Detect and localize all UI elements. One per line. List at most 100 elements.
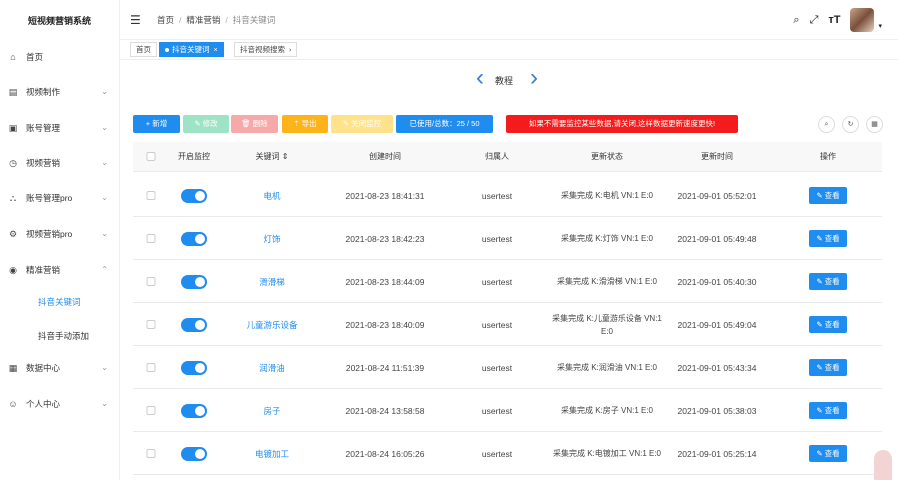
created-time: 2021-08-24 16:05:26	[345, 448, 425, 459]
owner: usertest	[481, 319, 513, 330]
owner: usertest	[481, 276, 513, 287]
monitor-toggle[interactable]	[181, 231, 207, 246]
row-checkbox[interactable]	[146, 406, 156, 415]
monitor-toggle[interactable]	[181, 274, 207, 289]
row-checkbox[interactable]	[146, 234, 156, 243]
update-status: 采集完成 K:电镀加工 VN:1 E:0	[552, 449, 662, 458]
breadcrumb-marketing[interactable]: 精准营销	[186, 15, 220, 25]
chevron-icon: ⌃	[101, 265, 108, 274]
row-checkbox[interactable]	[146, 320, 156, 329]
created-time: 2021-08-23 18:44:09	[345, 276, 425, 287]
home-icon: ⌂	[10, 52, 16, 62]
col-owner: 归属人	[485, 152, 509, 161]
update-status: 采集完成 K:润滑油 VN:1 E:0	[556, 363, 658, 372]
columns-icon[interactable]: ▦	[866, 116, 883, 133]
col-monitor: 开启监控	[178, 152, 210, 161]
monitor-toggle[interactable]	[181, 317, 207, 332]
font-size-icon[interactable]: тT	[828, 14, 840, 26]
active-dot-icon	[165, 48, 169, 53]
clock-icon: ◷	[9, 158, 17, 168]
breadcrumb: 首页 / 精准营销 / 抖音关键词	[157, 15, 276, 25]
export-button[interactable]: ⇡ 导出	[282, 115, 328, 133]
sidebar-item-bottom-2[interactable]: ☺ 个人中心 ⌄	[0, 392, 120, 416]
tag-bar: 首页 抖音关键词 × 抖音视频搜索 ›	[120, 40, 898, 60]
monitor-toggle[interactable]	[181, 446, 207, 461]
account-icon: ▣	[8, 123, 18, 133]
search-toggle-icon[interactable]: ⌕	[818, 116, 835, 133]
update-status: 采集完成 K:滑滑梯 VN:1 E:0	[556, 277, 658, 286]
view-button[interactable]: ✎ 查看	[809, 316, 847, 333]
keyword-link[interactable]: 儿童游乐设备	[246, 303, 297, 346]
table-row: 润滑油 2021-08-24 11:51:39 usertest 采集完成 K:润滑油…	[133, 346, 882, 389]
sidebar-item-7[interactable]: ◉ 精准营销 ⌃	[0, 258, 120, 282]
keyword-link[interactable]: 滑滑梯	[259, 260, 285, 303]
close-icon[interactable]: ›	[289, 47, 291, 54]
keyword-link[interactable]: 房子	[263, 389, 280, 432]
sidebar-item-4[interactable]: ◷ 视频营销 ⌄	[0, 151, 120, 175]
sidebar-item-1[interactable]: ⌂ 首页	[0, 45, 120, 69]
close-monitor-button[interactable]: ✎ 关闭监控	[331, 115, 393, 133]
add-button[interactable]: + 新增	[133, 115, 180, 133]
tag-home[interactable]: 首页	[130, 42, 157, 57]
sidebar-item-6[interactable]: ⚙ 视频营销pro ⌄	[0, 222, 120, 246]
keyword-link[interactable]: 电镀加工	[255, 432, 289, 475]
avatar[interactable]	[850, 8, 875, 32]
breadcrumb-home[interactable]: 首页	[157, 15, 174, 25]
gear-icon: ⚙	[8, 229, 18, 239]
tree-icon: ⛬	[9, 193, 17, 203]
chevron-left-icon[interactable]: ‹	[476, 64, 484, 92]
quota-badge: 已使用/总数：25 / 50	[396, 115, 493, 133]
sidebar-item-label: 数据中心	[26, 363, 61, 373]
tag-douyin-video-search[interactable]: 抖音视频搜索 ›	[234, 42, 298, 57]
sidebar: 短视频营销系统 ⌂ 首页 ▤ 视频制作 ⌄ ▣ 账号管理 ⌄ ◷ 视频营销 ⌄ ⛬ 账号管理pro ⌄ ⚙ 视…	[0, 0, 120, 480]
chevron-down-icon[interactable]: ▾	[878, 22, 882, 30]
table-row: 电机 2021-08-23 18:41:31 usertest 采集完成 K:电机 V…	[133, 174, 882, 217]
keyword-link[interactable]: 电机	[263, 174, 280, 217]
top-bar: ☰ 首页 / 精准营销 / 抖音关键词 ⌕ ⤢ тT ▾	[120, 0, 898, 40]
col-updated: 更新时间	[701, 152, 733, 161]
sidebar-subitem-1[interactable]: 抖音关键词	[0, 290, 120, 314]
keyword-link[interactable]: 润滑油	[259, 346, 285, 389]
updated-time: 2021-09-01 05:25:14	[677, 448, 757, 459]
select-all-checkbox[interactable]	[146, 152, 156, 161]
sidebar-item-5[interactable]: ⛬ 账号管理pro ⌄	[0, 186, 120, 210]
sidebar-item-bottom-1[interactable]: ▦ 数据中心 ⌄	[0, 356, 120, 380]
delete-button[interactable]: 🗑 删除	[231, 115, 278, 133]
owner: usertest	[481, 190, 513, 201]
monitor-toggle[interactable]	[181, 188, 207, 203]
sidebar-item-label: 视频制作	[26, 87, 61, 97]
monitor-toggle[interactable]	[181, 360, 207, 375]
edit-button[interactable]: ✎ 修改	[183, 115, 229, 133]
view-button[interactable]: ✎ 查看	[809, 187, 847, 204]
sidebar-item-3[interactable]: ▣ 账号管理 ⌄	[0, 116, 120, 140]
view-button[interactable]: ✎ 查看	[809, 402, 847, 419]
row-checkbox[interactable]	[146, 191, 156, 200]
sidebar-item-2[interactable]: ▤ 视频制作 ⌄	[0, 80, 120, 104]
updated-time: 2021-09-01 05:49:04	[677, 319, 757, 330]
monitor-toggle[interactable]	[181, 403, 207, 418]
chevron-icon: ⌄	[101, 87, 108, 96]
chevron-icon: ⌄	[101, 363, 108, 372]
col-keyword[interactable]: 关键词 ⇕	[256, 142, 289, 172]
view-button[interactable]: ✎ 查看	[809, 445, 847, 462]
refresh-icon[interactable]: ↻	[842, 116, 859, 133]
sidebar-item-label: 视频营销	[26, 158, 61, 168]
chevron-right-icon[interactable]: ›	[530, 64, 538, 92]
sidebar-subitem-2[interactable]: 抖音手动添加	[0, 324, 120, 348]
row-checkbox[interactable]	[146, 277, 156, 286]
view-button[interactable]: ✎ 查看	[809, 230, 847, 247]
scroll-handle[interactable]	[874, 450, 892, 480]
menu-toggle-icon[interactable]: ☰	[130, 13, 141, 27]
row-checkbox[interactable]	[146, 363, 156, 372]
tag-douyin-keyword[interactable]: 抖音关键词 ×	[159, 42, 224, 57]
fullscreen-icon[interactable]: ⤢	[810, 14, 819, 27]
close-icon[interactable]: ×	[214, 47, 218, 54]
sidebar-item-label: 个人中心	[26, 399, 61, 409]
view-button[interactable]: ✎ 查看	[809, 273, 847, 290]
search-icon[interactable]: ⌕	[793, 14, 799, 27]
row-checkbox[interactable]	[146, 449, 156, 458]
tutorial-label[interactable]: 教程	[495, 74, 513, 87]
view-button[interactable]: ✎ 查看	[809, 359, 847, 376]
breadcrumb-current: 抖音关键词	[232, 15, 276, 25]
keyword-link[interactable]: 灯饰	[263, 217, 280, 260]
